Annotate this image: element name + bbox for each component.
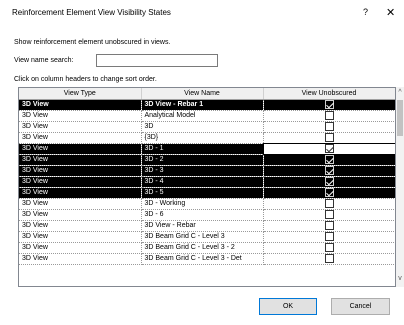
view-type-cell[interactable]: 3D View bbox=[19, 209, 142, 221]
view-unobscured-cell bbox=[263, 176, 395, 188]
unobscured-checkbox[interactable] bbox=[324, 188, 334, 197]
view-name-cell[interactable]: 3D - Working bbox=[141, 198, 264, 210]
view-type-cell[interactable]: 3D View bbox=[19, 143, 142, 155]
unobscured-checkbox[interactable] bbox=[324, 254, 334, 263]
table-row[interactable]: 3D View 3D Beam Grid C - Level 3 - 2 bbox=[19, 242, 395, 254]
table-row[interactable]: 3D View 3D - 5 bbox=[19, 187, 395, 199]
view-type-cell[interactable]: 3D View bbox=[19, 154, 142, 166]
table-row[interactable]: 3D View {3D} bbox=[19, 132, 395, 144]
vertical-scrollbar[interactable]: ^ v bbox=[396, 87, 404, 287]
sort-hint-text: Click on column headers to change sort o… bbox=[14, 76, 157, 83]
table-row[interactable]: 3D View 3D View - Rebar bbox=[19, 220, 395, 232]
view-type-cell[interactable]: 3D View bbox=[19, 165, 142, 177]
unobscured-checkbox[interactable] bbox=[324, 210, 334, 219]
view-unobscured-cell bbox=[263, 99, 395, 111]
table-row[interactable]: 3D View 3D Beam Grid C - Level 3 bbox=[19, 231, 395, 243]
unobscured-checkbox[interactable] bbox=[324, 111, 334, 120]
table-row[interactable]: 3D View 3D - 2 bbox=[19, 154, 395, 166]
unobscured-checkbox[interactable] bbox=[324, 243, 334, 252]
view-unobscured-cell bbox=[263, 198, 395, 210]
table-row[interactable]: 3D View 3D - Working bbox=[19, 198, 395, 210]
unobscured-checkbox[interactable] bbox=[324, 166, 334, 175]
column-header-view-type[interactable]: View Type bbox=[19, 88, 142, 100]
table-row[interactable]: 3D View 3D View - Rebar 1 bbox=[19, 99, 395, 111]
unobscured-checkbox[interactable] bbox=[324, 221, 334, 230]
view-name-cell[interactable]: 3D View - Rebar bbox=[141, 220, 264, 232]
unobscured-checkbox[interactable] bbox=[324, 122, 334, 131]
table-row[interactable]: 3D View 3D - 4 bbox=[19, 176, 395, 188]
view-name-cell[interactable]: 3D Beam Grid C - Level 3 - 2 bbox=[141, 242, 264, 254]
view-unobscured-cell bbox=[263, 154, 395, 166]
view-type-cell[interactable]: 3D View bbox=[19, 187, 142, 199]
view-name-search-input[interactable] bbox=[96, 54, 218, 67]
view-type-cell[interactable]: 3D View bbox=[19, 242, 142, 254]
table-row[interactable]: 3D View 3D - 1 bbox=[19, 142, 395, 155]
unobscured-checkbox[interactable] bbox=[324, 177, 334, 186]
scroll-up-icon[interactable]: ^ bbox=[396, 89, 404, 96]
view-name-cell[interactable]: 3D Beam Grid C - Level 3 - Det bbox=[141, 253, 264, 265]
view-unobscured-cell bbox=[263, 132, 395, 144]
table-row[interactable]: 3D View Analytical Model bbox=[19, 110, 395, 122]
close-icon[interactable]: ✕ bbox=[386, 6, 395, 19]
description-text: Show reinforcement element unobscured in… bbox=[14, 39, 171, 46]
view-unobscured-cell bbox=[263, 209, 395, 221]
views-grid: View Type View Name View Unobscured 3D V… bbox=[18, 87, 396, 287]
view-type-cell[interactable]: 3D View bbox=[19, 99, 142, 111]
view-unobscured-cell bbox=[263, 231, 395, 243]
view-unobscured-cell bbox=[263, 165, 395, 177]
view-name-cell[interactable]: 3D - 4 bbox=[141, 176, 264, 188]
view-name-cell[interactable]: 3D bbox=[141, 121, 264, 133]
view-type-cell[interactable]: 3D View bbox=[19, 132, 142, 144]
table-row[interactable]: 3D View 3D bbox=[19, 121, 395, 133]
column-header-view-name[interactable]: View Name bbox=[141, 88, 264, 100]
view-type-cell[interactable]: 3D View bbox=[19, 176, 142, 188]
view-type-cell[interactable]: 3D View bbox=[19, 198, 142, 210]
view-name-cell[interactable]: 3D Beam Grid C - Level 3 bbox=[141, 231, 264, 243]
view-name-cell[interactable]: 3D - 1 bbox=[141, 143, 264, 155]
view-unobscured-cell bbox=[263, 110, 395, 122]
view-name-cell[interactable]: 3D - 6 bbox=[141, 209, 264, 221]
help-button[interactable]: ? bbox=[363, 7, 368, 17]
view-unobscured-cell bbox=[263, 253, 395, 265]
view-name-cell[interactable]: 3D View - Rebar 1 bbox=[141, 99, 264, 111]
table-body: 3D View 3D View - Rebar 1 3D View Analytica… bbox=[19, 99, 395, 265]
view-unobscured-cell bbox=[263, 220, 395, 232]
header-row: View Type View Name View Unobscured bbox=[19, 88, 395, 100]
view-name-cell[interactable]: 3D - 2 bbox=[141, 154, 264, 166]
view-name-cell[interactable]: Analytical Model bbox=[141, 110, 264, 122]
title-bar: Reinforcement Element View Visibility St… bbox=[0, 0, 404, 26]
view-name-cell[interactable]: 3D - 3 bbox=[141, 165, 264, 177]
view-name-cell[interactable]: {3D} bbox=[141, 132, 264, 144]
view-name-cell[interactable]: 3D - 5 bbox=[141, 187, 264, 199]
ok-button[interactable]: OK bbox=[259, 298, 317, 315]
table-row[interactable]: 3D View 3D - 3 bbox=[19, 165, 395, 177]
unobscured-checkbox[interactable] bbox=[324, 100, 334, 109]
dialog-title: Reinforcement Element View Visibility St… bbox=[12, 8, 171, 17]
view-type-cell[interactable]: 3D View bbox=[19, 253, 142, 265]
view-unobscured-cell bbox=[263, 242, 395, 254]
visibility-states-dialog: Reinforcement Element View Visibility St… bbox=[0, 0, 404, 325]
view-type-cell[interactable]: 3D View bbox=[19, 110, 142, 122]
unobscured-checkbox[interactable] bbox=[324, 155, 334, 164]
table-row[interactable]: 3D View 3D Beam Grid C - Level 3 - Det bbox=[19, 253, 395, 265]
views-table: View Type View Name View Unobscured 3D V… bbox=[19, 88, 395, 265]
view-type-cell[interactable]: 3D View bbox=[19, 231, 142, 243]
cancel-button[interactable]: Cancel bbox=[331, 298, 390, 315]
unobscured-checkbox[interactable] bbox=[324, 144, 334, 153]
unobscured-checkbox[interactable] bbox=[324, 232, 334, 241]
view-unobscured-cell bbox=[263, 187, 395, 199]
column-header-view-unobscured[interactable]: View Unobscured bbox=[263, 88, 395, 100]
view-unobscured-cell bbox=[263, 121, 395, 133]
view-type-cell[interactable]: 3D View bbox=[19, 121, 142, 133]
unobscured-checkbox[interactable] bbox=[324, 133, 334, 142]
scroll-thumb[interactable] bbox=[397, 100, 403, 136]
scroll-down-icon[interactable]: v bbox=[396, 275, 404, 282]
table-row[interactable]: 3D View 3D - 6 bbox=[19, 209, 395, 221]
view-unobscured-cell bbox=[262, 142, 395, 155]
view-type-cell[interactable]: 3D View bbox=[19, 220, 142, 232]
search-label: View name search: bbox=[14, 57, 74, 64]
unobscured-checkbox[interactable] bbox=[324, 199, 334, 208]
